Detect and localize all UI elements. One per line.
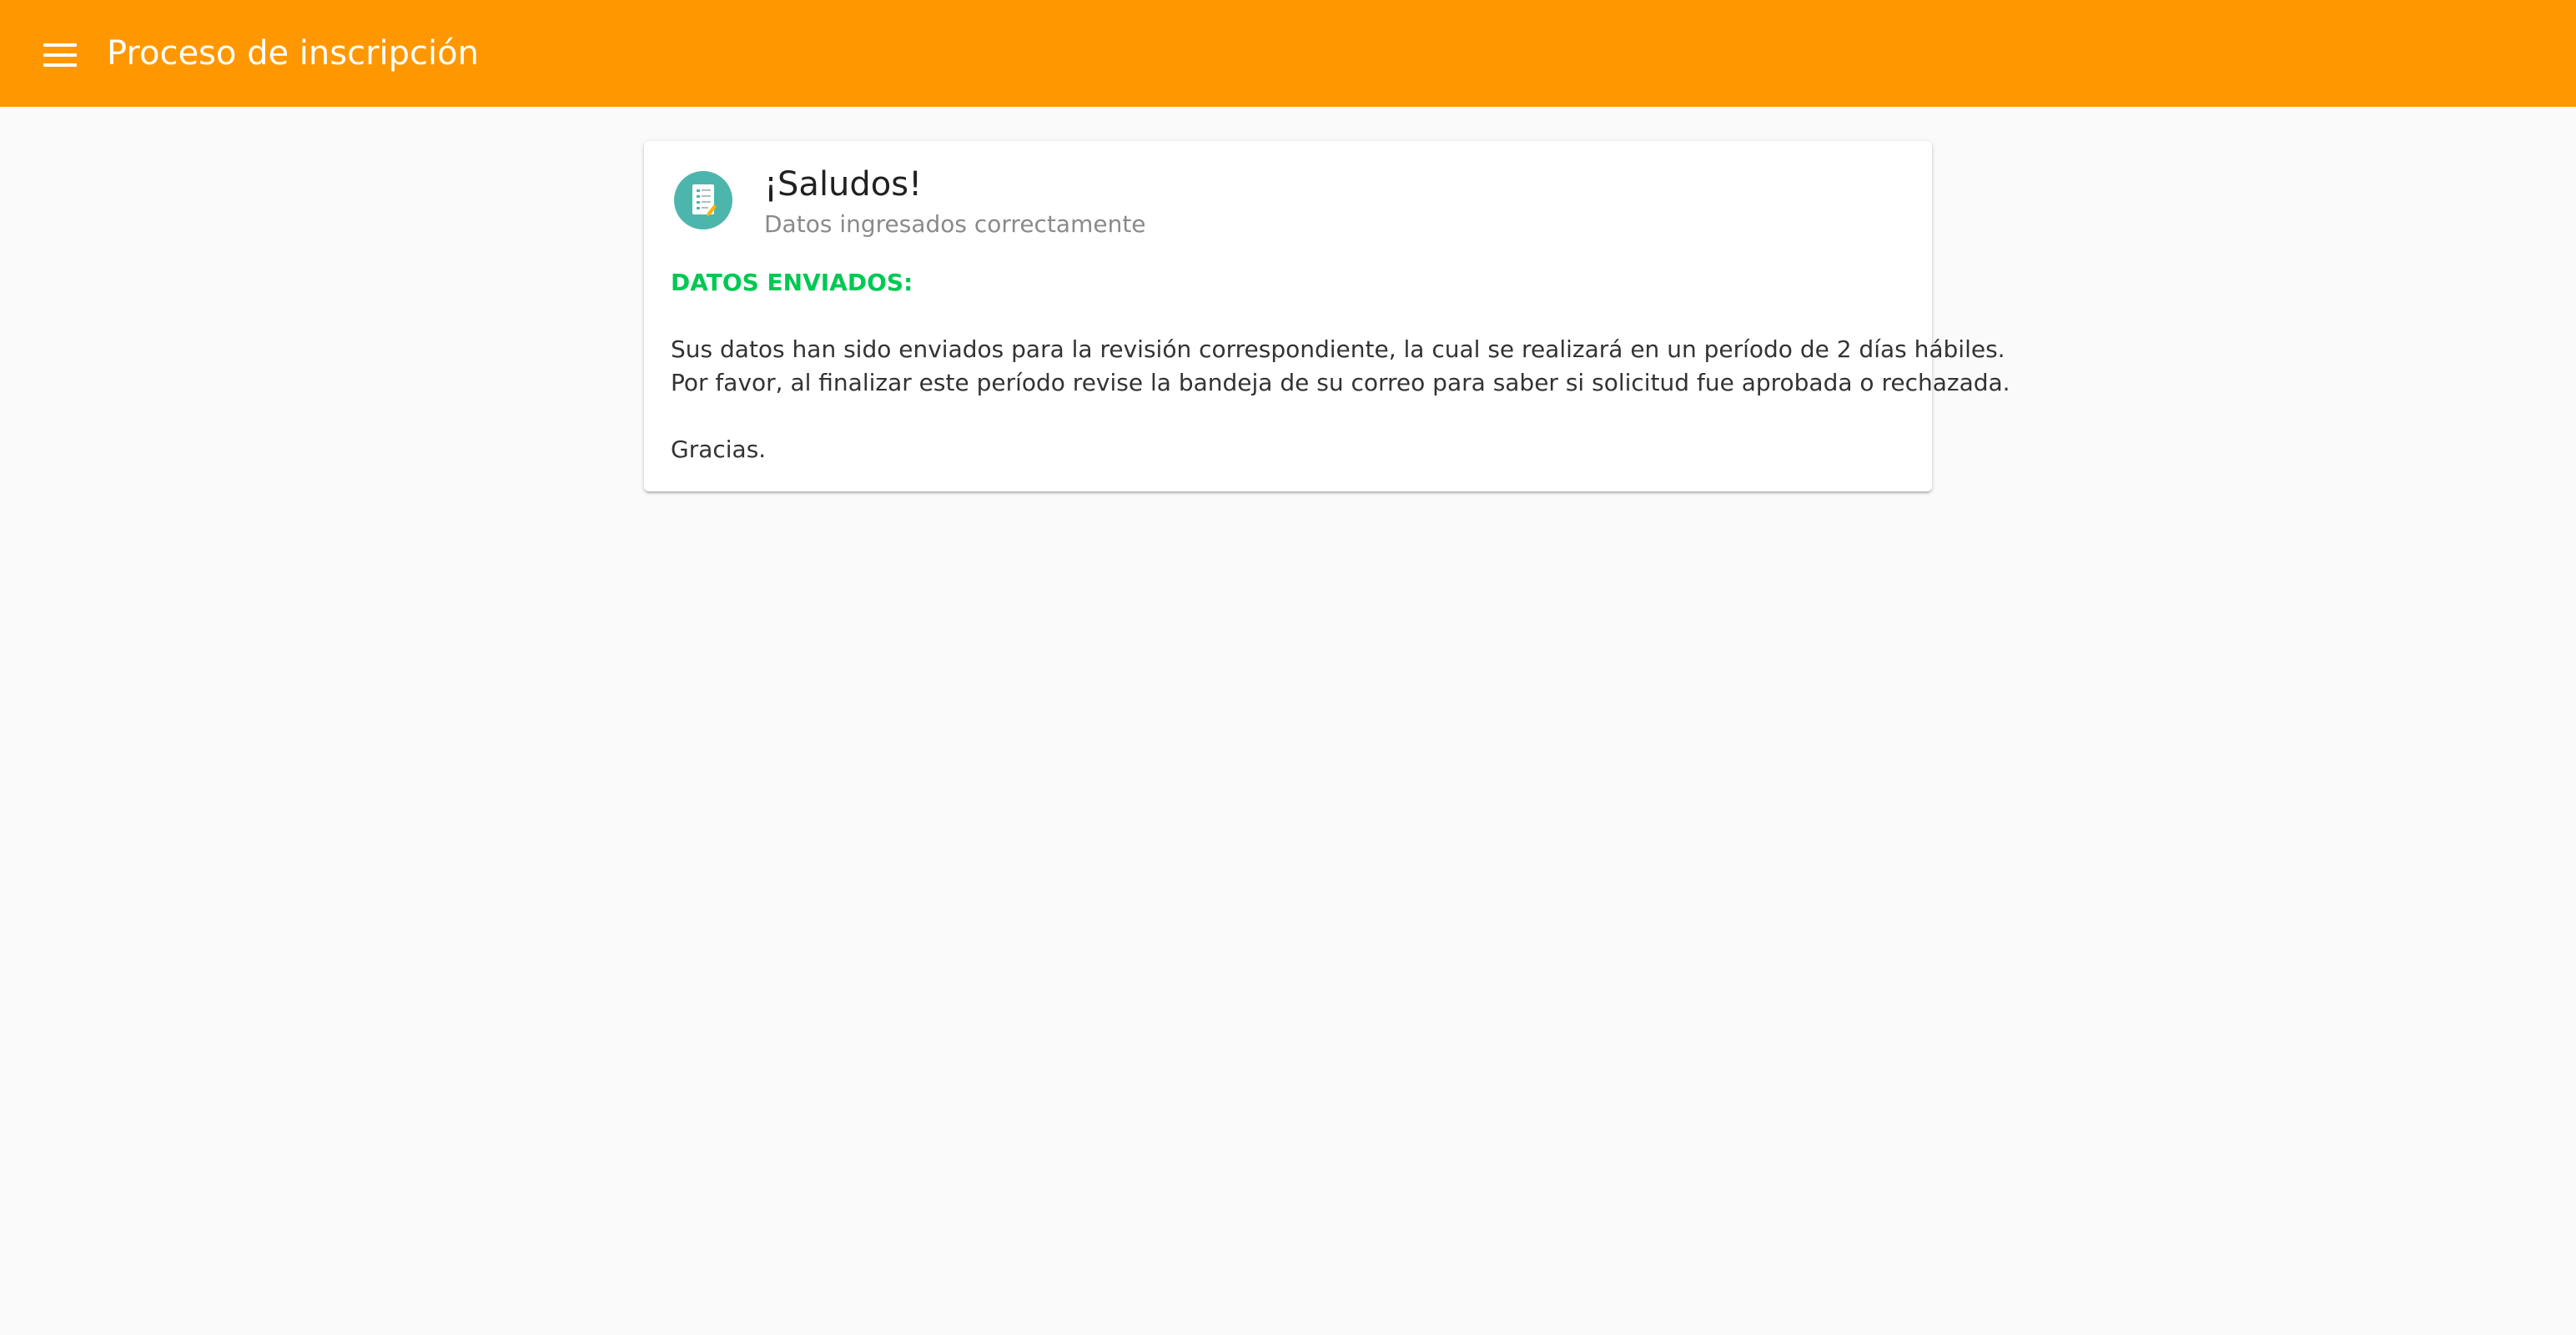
menu-icon [43,43,77,67]
top-toolbar: Proceso de inscripción [0,0,2576,107]
message-line-1: Sus datos han sido enviados para la revi… [671,335,2005,363]
confirmation-card: ¡Saludos! Datos ingresados correctamente… [644,141,2010,491]
closing-text: Gracias. [671,436,767,463]
status-heading: DATOS ENVIADOS: [671,269,913,296]
message-line-2: Por favor, al finalizar este período rev… [671,369,2010,396]
menu-button[interactable] [25,20,95,90]
page-title: Proceso de inscripción [107,34,479,73]
avatar [674,171,732,229]
card-subtitle: Datos ingresados correctamente [764,210,1146,238]
card-title: ¡Saludos! [764,165,923,204]
document-edit-icon [692,184,717,216]
